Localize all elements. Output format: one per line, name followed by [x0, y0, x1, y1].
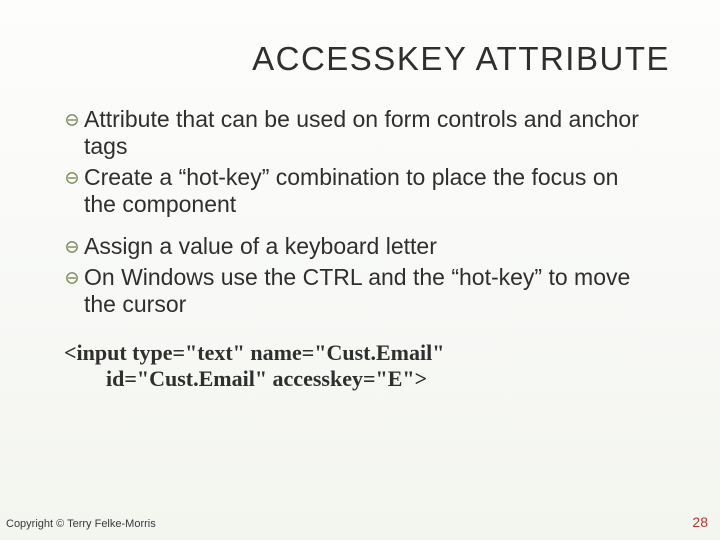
bullet-item: Attribute that can be used on form contr…: [64, 106, 642, 160]
bullet-item: Assign a value of a keyboard letter: [64, 233, 642, 260]
slide-content: Attribute that can be used on form contr…: [64, 106, 642, 393]
bullet-item: On Windows use the CTRL and the “hot-key…: [64, 264, 642, 318]
slide: ACCESSKEY ATTRIBUTE Attribute that can b…: [0, 0, 720, 540]
slide-title: ACCESSKEY ATTRIBUTE: [252, 40, 670, 78]
bullet-text: Attribute that can be used on form contr…: [84, 106, 642, 160]
bullet-circle-icon: [64, 112, 80, 128]
page-number: 28: [692, 514, 708, 530]
code-line: id="Cust.Email" accesskey="E">: [106, 366, 642, 392]
copyright-text: Copyright © Terry Felke-Morris: [6, 518, 156, 530]
bullet-text: Create a “hot-key” combination to place …: [84, 164, 642, 218]
bullet-circle-icon: [64, 270, 80, 286]
code-example: <input type="text" name="Cust.Email" id=…: [64, 340, 642, 393]
bullet-text: Assign a value of a keyboard letter: [84, 233, 642, 260]
bullet-item: Create a “hot-key” combination to place …: [64, 164, 642, 218]
bullet-text: On Windows use the CTRL and the “hot-key…: [84, 264, 642, 318]
bullet-circle-icon: [64, 239, 80, 255]
code-line: <input type="text" name="Cust.Email": [64, 340, 642, 366]
bullet-circle-icon: [64, 170, 80, 186]
